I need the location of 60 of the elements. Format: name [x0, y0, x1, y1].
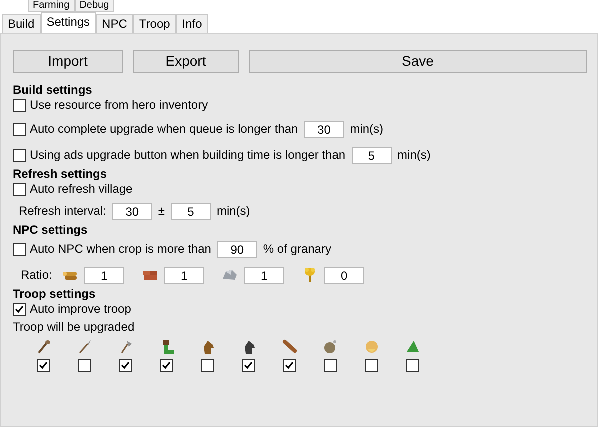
- input-field[interactable]: 5: [352, 146, 392, 164]
- unit-label: min(s): [216, 203, 250, 220]
- action-button[interactable]: Export: [133, 50, 239, 73]
- checkbox[interactable]: [13, 242, 26, 256]
- input-field[interactable]: 5: [170, 202, 211, 220]
- section-heading: NPC settings: [13, 223, 89, 237]
- section-heading: Refresh settings: [13, 167, 108, 181]
- input-field[interactable]: 1: [84, 266, 124, 284]
- log-icon: [282, 339, 298, 355]
- tab[interactable]: Troop: [133, 14, 176, 33]
- plus-minus-label: ±: [158, 203, 165, 220]
- tab[interactable]: Settings: [40, 12, 96, 33]
- checkbox-label: Auto NPC when crop is more than: [30, 241, 212, 258]
- unit-label: % of granary: [263, 241, 332, 258]
- checkbox[interactable]: [13, 98, 26, 112]
- input-field[interactable]: 1: [244, 266, 284, 284]
- checkbox[interactable]: [119, 359, 132, 372]
- checkbox[interactable]: [13, 182, 26, 196]
- hat-icon: [404, 339, 420, 355]
- section-heading: Troop settings: [13, 287, 97, 301]
- tab[interactable]: Farming: [28, 0, 75, 12]
- ratio-label: Ratio:: [21, 267, 52, 284]
- checkbox[interactable]: [78, 359, 91, 372]
- tab[interactable]: Debug: [74, 0, 114, 12]
- checkbox[interactable]: [13, 148, 26, 162]
- stone-ball-icon: [322, 339, 338, 355]
- tab[interactable]: Build: [2, 14, 41, 33]
- checkbox[interactable]: [37, 359, 50, 372]
- checkbox[interactable]: [160, 359, 173, 372]
- checkbox[interactable]: [365, 359, 378, 372]
- checkbox-label: Auto complete upgrade when queue is longer than: [30, 121, 298, 138]
- tab[interactable]: NPC: [96, 14, 134, 33]
- checkbox[interactable]: [406, 359, 419, 372]
- unit-label: min(s): [398, 147, 431, 164]
- section-heading: Build settings: [13, 83, 94, 97]
- checkbox-label: Auto improve troop: [30, 301, 132, 318]
- unit-label: min(s): [350, 121, 384, 138]
- input-field[interactable]: 90: [217, 240, 258, 258]
- input-field[interactable]: 0: [324, 266, 364, 284]
- tab[interactable]: Info: [176, 14, 208, 33]
- checkbox[interactable]: [283, 359, 296, 372]
- input-field[interactable]: 30: [304, 120, 344, 138]
- checkbox[interactable]: [324, 359, 337, 372]
- checkbox[interactable]: [13, 122, 26, 136]
- upgrade-label: Troop will be upgraded: [13, 319, 136, 335]
- checkbox-label: Auto refresh village: [30, 181, 133, 198]
- bearded-head-icon: [364, 339, 380, 355]
- interval-label: Refresh interval:: [19, 203, 106, 220]
- action-button[interactable]: Import: [13, 50, 123, 73]
- input-field[interactable]: 1: [164, 266, 204, 284]
- input-field[interactable]: 30: [112, 202, 152, 220]
- ore-rock-icon: [222, 267, 238, 283]
- checkbox[interactable]: [201, 359, 214, 372]
- checkbox[interactable]: [13, 302, 26, 316]
- checkbox-label: Use resource from hero inventory: [30, 97, 208, 114]
- action-button[interactable]: Save: [249, 50, 587, 73]
- spear-icon: [76, 339, 92, 355]
- club-icon: [36, 339, 52, 355]
- checkbox-label: Using ads upgrade button when building time is longer than: [30, 147, 346, 164]
- checkbox[interactable]: [242, 359, 255, 372]
